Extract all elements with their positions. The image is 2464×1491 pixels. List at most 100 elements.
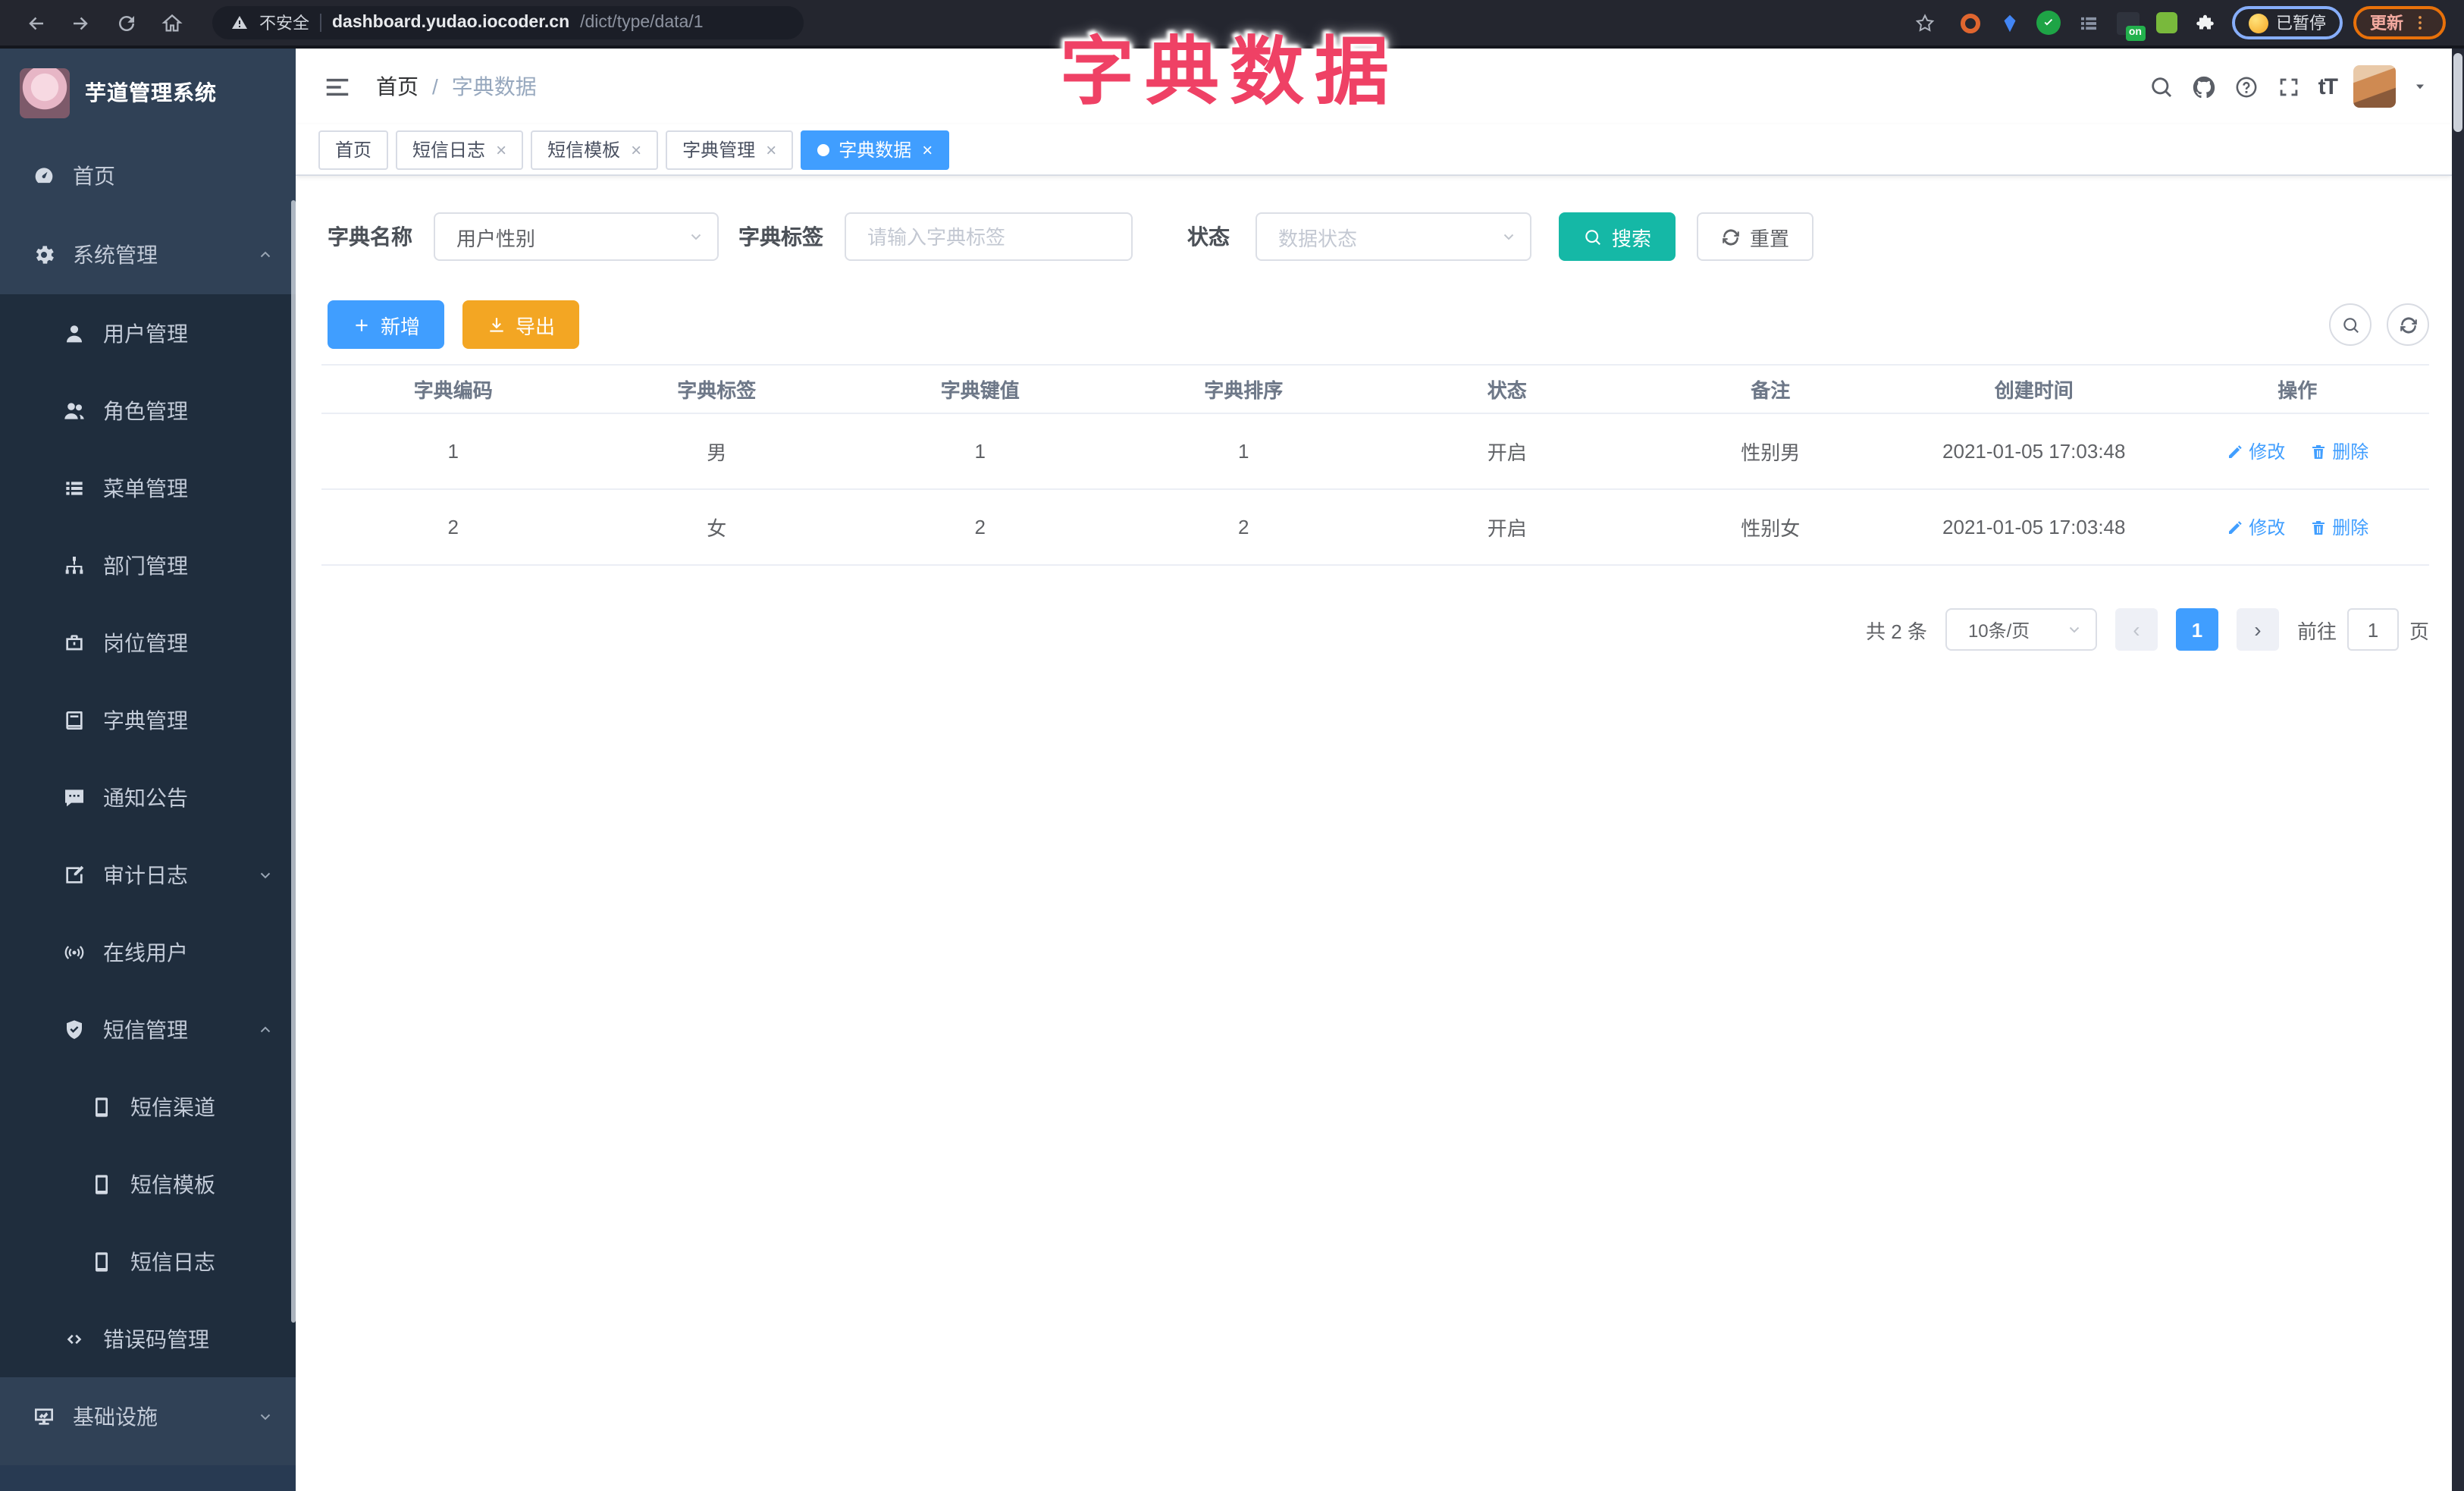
- breadcrumb-home[interactable]: 首页: [376, 71, 419, 102]
- sidebar-item-label: 岗位管理: [103, 630, 188, 654]
- shield-icon: [61, 1017, 88, 1041]
- browser-menu-icon[interactable]: [2411, 14, 2429, 32]
- extension-ublock-icon: [1960, 13, 1980, 33]
- tab-dict-data[interactable]: 字典数据 ×: [801, 130, 950, 169]
- github-icon[interactable]: [2191, 74, 2217, 99]
- sidebar-item-post[interactable]: 岗位管理: [0, 604, 296, 681]
- sidebar-item-menu[interactable]: 菜单管理: [0, 449, 296, 526]
- address-bar[interactable]: 不安全 dashboard.yudao.iocoder.cn /dict/typ…: [212, 6, 804, 39]
- sidebar-item-system[interactable]: 系统管理: [0, 215, 296, 294]
- sidebar-item-sms-channel[interactable]: 短信渠道: [0, 1068, 296, 1145]
- message-icon: [61, 785, 88, 809]
- table-row: 1 男 1 1 开启 性别男 2021-01-05 17:03:48 修改 删除: [321, 414, 2429, 490]
- extension-check-icon[interactable]: [2033, 8, 2064, 38]
- reload-icon[interactable]: [106, 3, 146, 42]
- not-secure-warning-icon: [230, 14, 249, 32]
- delete-button[interactable]: 删除: [2309, 438, 2368, 464]
- sidebar-item-label: 通知公告: [103, 785, 188, 809]
- main-area: 首页 / 字典数据 tT 首页 短信日志 × 短信模板 × 字典管理 × 字典数据 × 字典名称…: [296, 49, 2452, 1491]
- sidebar-item-user[interactable]: 用户管理: [0, 294, 296, 372]
- sidebar-item-role[interactable]: 角色管理: [0, 372, 296, 449]
- chevron-down-icon: [1500, 228, 1518, 246]
- sidebar-item-label: 角色管理: [103, 398, 188, 422]
- cell-remark: 性别男: [1741, 441, 1801, 464]
- tab-close-icon[interactable]: ×: [631, 139, 641, 160]
- phone-icon: [88, 1249, 115, 1273]
- search-icon[interactable]: [2149, 74, 2174, 99]
- edit-button[interactable]: 修改: [2226, 438, 2285, 464]
- extension-puzzle-icon[interactable]: [2191, 8, 2221, 38]
- reset-button[interactable]: 重置: [1697, 212, 1814, 261]
- tab-sms-log[interactable]: 短信日志 ×: [396, 130, 524, 169]
- sidebar-item-sms[interactable]: 短信管理: [0, 990, 296, 1068]
- bookmark-star-icon[interactable]: [1904, 3, 1944, 42]
- help-icon[interactable]: [2234, 74, 2259, 99]
- chrome-update-button[interactable]: 更新: [2353, 6, 2446, 39]
- tab-close-icon[interactable]: ×: [766, 139, 776, 160]
- url-path: /dict/type/data/1: [580, 14, 704, 32]
- sidebar-item-notice[interactable]: 通知公告: [0, 758, 296, 836]
- extension-switch-icon[interactable]: on: [2112, 8, 2145, 40]
- dict-name-select[interactable]: 用户性别: [434, 212, 719, 261]
- extension-bot-icon: [2156, 12, 2177, 33]
- extension-gem-icon[interactable]: [1994, 8, 2024, 38]
- extension-ublock-icon[interactable]: [1955, 8, 1985, 38]
- status-select[interactable]: 数据状态: [1256, 212, 1531, 261]
- sidebar-scrollbar[interactable]: [291, 200, 296, 1323]
- sidebar-item-online-user[interactable]: 在线用户: [0, 913, 296, 990]
- tab-dict[interactable]: 字典管理 ×: [666, 130, 794, 169]
- chevron-down-icon[interactable]: [2412, 79, 2428, 94]
- edit-button[interactable]: 修改: [2226, 514, 2285, 540]
- fullscreen-icon[interactable]: [2276, 74, 2302, 99]
- sidebar-item-dept[interactable]: 部门管理: [0, 526, 296, 604]
- sidebar-item-error-code[interactable]: 错误码管理: [0, 1300, 296, 1377]
- sidebar-item-dict[interactable]: 字典管理: [0, 681, 296, 758]
- next-page-button[interactable]: ›: [2236, 608, 2279, 651]
- content: 字典名称 用户性别 字典标签 状态 数据状态 搜索: [296, 176, 2452, 1491]
- tab-home[interactable]: 首页: [318, 130, 389, 169]
- tab-close-icon[interactable]: ×: [922, 139, 933, 160]
- sidebar-item-label: 短信管理: [103, 1017, 188, 1041]
- forward-icon[interactable]: [61, 3, 100, 42]
- prev-page-button[interactable]: ‹: [2114, 608, 2158, 651]
- hamburger-icon[interactable]: [323, 72, 352, 101]
- extension-on-badge: on: [2125, 25, 2145, 40]
- page-scrollbar[interactable]: [2452, 49, 2464, 1491]
- sidebar-item-label: 审计日志: [103, 862, 188, 887]
- sidebar-item-label: 首页: [73, 164, 115, 188]
- cell-code: 1: [447, 440, 459, 463]
- add-button[interactable]: 新增: [328, 300, 445, 349]
- goto-input-wrap: [2346, 608, 2399, 651]
- home-icon[interactable]: [152, 3, 191, 42]
- page-scrollbar-thumb[interactable]: [2453, 53, 2462, 132]
- sidebar-item-label: 系统管理: [73, 243, 158, 267]
- current-page-button[interactable]: 1: [2175, 608, 2218, 651]
- sidebar-item-sms-log[interactable]: 短信日志: [0, 1223, 296, 1300]
- breadcrumb: 首页 / 字典数据: [376, 71, 537, 102]
- sidebar-item-infra[interactable]: 基础设施: [0, 1377, 296, 1456]
- refresh-table-button[interactable]: [2387, 303, 2429, 346]
- goto-page-input[interactable]: [2348, 610, 2397, 649]
- table-column-header: 创建时间: [1994, 379, 2074, 402]
- action-label: 删除: [2332, 441, 2369, 463]
- avatar[interactable]: [2353, 65, 2396, 108]
- sidebar-item-sms-template[interactable]: 短信模板: [0, 1145, 296, 1223]
- back-icon[interactable]: [15, 3, 55, 42]
- app-logo-area[interactable]: 芋道管理系统: [0, 49, 296, 137]
- tab-sms-template[interactable]: 短信模板 ×: [531, 130, 659, 169]
- dict-label-input[interactable]: [864, 224, 1113, 250]
- delete-button[interactable]: 删除: [2309, 514, 2368, 540]
- font-size-icon[interactable]: tT: [2318, 74, 2338, 99]
- extension-bot-icon[interactable]: [2152, 8, 2182, 38]
- tab-close-icon[interactable]: ×: [496, 139, 506, 160]
- goto-label: 前往: [2296, 620, 2337, 642]
- search-button[interactable]: 搜索: [1559, 212, 1676, 261]
- toggle-search-button[interactable]: [2329, 303, 2372, 346]
- tab-label: 短信日志: [412, 140, 486, 161]
- profile-paused-chip[interactable]: 已暂停: [2232, 6, 2343, 39]
- export-button[interactable]: 导出: [462, 300, 580, 349]
- sidebar-item-home[interactable]: 首页: [0, 137, 296, 215]
- sidebar-item-audit-log[interactable]: 审计日志: [0, 836, 296, 913]
- page-size-select[interactable]: 10条/页: [1945, 608, 2097, 651]
- extension-stats-icon[interactable]: [2073, 8, 2103, 38]
